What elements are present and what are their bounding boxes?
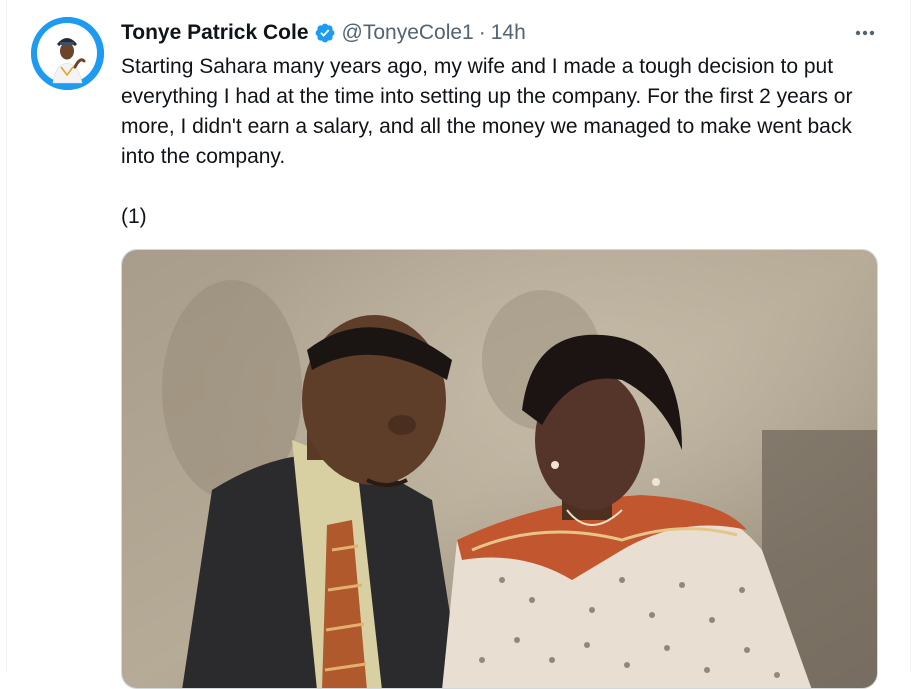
photo-image — [122, 250, 877, 688]
verified-badge-icon — [314, 22, 336, 44]
avatar-image — [31, 17, 104, 90]
author-avatar[interactable] — [31, 17, 104, 90]
author-handle[interactable]: @TonyeCole1 — [342, 20, 474, 46]
tweet-photo[interactable] — [121, 249, 878, 689]
tweet-header: Tonye Patrick Cole @TonyeCole1 · 14h — [121, 20, 526, 46]
header-separator: · — [478, 21, 486, 44]
more-horizontal-icon[interactable] — [846, 20, 884, 46]
author-display-name[interactable]: Tonye Patrick Cole — [121, 20, 309, 46]
tweet-text: Starting Sahara many years ago, my wife … — [121, 55, 853, 228]
tweet-timestamp[interactable]: 14h — [491, 20, 526, 46]
